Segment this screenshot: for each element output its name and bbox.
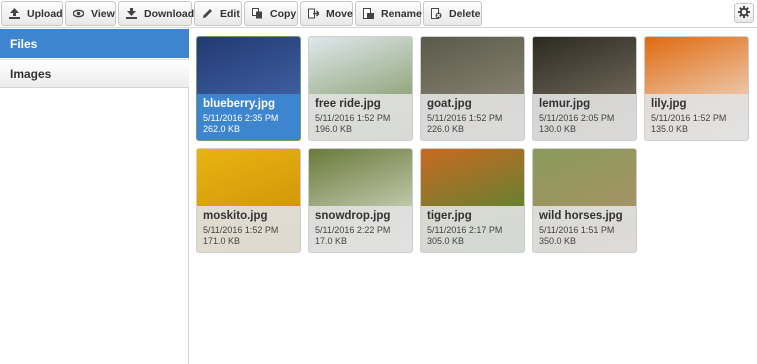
sidebar-item-images[interactable]: Images — [0, 59, 189, 88]
file-name: free ride.jpg — [315, 98, 381, 110]
file-date: 5/11/2016 2:35 PM — [203, 113, 279, 123]
copy-label: Copy — [270, 7, 297, 20]
file-caption: lily.jpg 5/11/2016 1:52 PM 135.0 KB — [645, 94, 748, 140]
file-tile[interactable]: lily.jpg 5/11/2016 1:52 PM 135.0 KB — [644, 36, 749, 141]
file-date: 5/11/2016 1:51 PM — [539, 225, 615, 235]
file-size: 262.0 KB — [203, 124, 241, 134]
download-icon — [126, 8, 137, 19]
move-icon — [308, 8, 321, 19]
file-tile[interactable]: snowdrop.jpg 5/11/2016 2:22 PM 17.0 KB — [308, 148, 413, 253]
file-tile[interactable]: wild horses.jpg 5/11/2016 1:51 PM 350.0 … — [532, 148, 637, 253]
file-size: 130.0 KB — [539, 124, 577, 134]
edit-label: Edit — [220, 7, 240, 20]
download-button[interactable]: Download — [118, 1, 195, 26]
file-date: 5/11/2016 1:52 PM — [315, 113, 391, 123]
file-name: goat.jpg — [427, 98, 472, 110]
file-name: wild horses.jpg — [539, 210, 623, 222]
file-caption: moskito.jpg 5/11/2016 1:52 PM 171.0 KB — [197, 206, 300, 252]
eye-icon — [72, 8, 85, 19]
sidebar-item-label: Images — [10, 66, 52, 81]
file-tile[interactable]: free ride.jpg 5/11/2016 1:52 PM 196.0 KB — [308, 36, 413, 141]
file-size: 171.0 KB — [203, 236, 241, 246]
file-date: 5/11/2016 1:52 PM — [427, 113, 503, 123]
rename-label: Rename — [381, 7, 422, 20]
file-name: lemur.jpg — [539, 98, 591, 110]
file-size: 17.0 KB — [315, 236, 348, 246]
file-tile[interactable]: goat.jpg 5/11/2016 1:52 PM 226.0 KB — [420, 36, 525, 141]
upload-button[interactable]: Upload — [1, 1, 63, 26]
sidebar: Files Images — [0, 28, 189, 364]
copy-icon — [252, 8, 263, 19]
file-name: tiger.jpg — [427, 210, 472, 222]
file-name: snowdrop.jpg — [315, 210, 391, 222]
move-button[interactable]: Move — [300, 1, 353, 26]
file-date: 5/11/2016 2:17 PM — [427, 225, 503, 235]
pencil-icon — [202, 8, 213, 19]
file-date: 5/11/2016 2:05 PM — [539, 113, 615, 123]
edit-button[interactable]: Edit — [194, 1, 242, 26]
file-date: 5/11/2016 1:52 PM — [203, 225, 279, 235]
sidebar-item-files[interactable]: Files — [0, 29, 189, 58]
file-caption: blueberry.jpg 5/11/2016 2:35 PM 262.0 KB — [197, 94, 300, 140]
upload-label: Upload — [27, 7, 63, 20]
file-size: 135.0 KB — [651, 124, 689, 134]
file-caption: wild horses.jpg 5/11/2016 1:51 PM 350.0 … — [533, 206, 636, 252]
rename-icon — [363, 8, 374, 19]
delete-label: Delete — [449, 7, 481, 20]
file-tile[interactable]: lemur.jpg 5/11/2016 2:05 PM 130.0 KB — [532, 36, 637, 141]
toolbar: Upload View Download Edit Copy Move Rena… — [0, 0, 757, 28]
trash-icon — [431, 8, 442, 19]
upload-icon — [9, 8, 20, 19]
file-name: lily.jpg — [651, 98, 687, 110]
file-caption: tiger.jpg 5/11/2016 2:17 PM 305.0 KB — [421, 206, 524, 252]
move-label: Move — [326, 7, 353, 20]
gear-icon — [738, 5, 750, 21]
file-tile[interactable]: blueberry.jpg 5/11/2016 2:35 PM 262.0 KB — [196, 36, 301, 141]
file-caption: snowdrop.jpg 5/11/2016 2:22 PM 17.0 KB — [309, 206, 412, 252]
file-caption: free ride.jpg 5/11/2016 1:52 PM 196.0 KB — [309, 94, 412, 140]
rename-button[interactable]: Rename — [355, 1, 422, 26]
file-size: 350.0 KB — [539, 236, 577, 246]
copy-button[interactable]: Copy — [244, 1, 298, 26]
sidebar-item-label: Files — [10, 36, 38, 51]
delete-button[interactable]: Delete — [423, 1, 482, 26]
file-date: 5/11/2016 1:52 PM — [651, 113, 727, 123]
file-name: blueberry.jpg — [203, 98, 275, 110]
file-size: 305.0 KB — [427, 236, 465, 246]
view-button[interactable]: View — [65, 1, 116, 26]
file-tile[interactable]: moskito.jpg 5/11/2016 1:52 PM 171.0 KB — [196, 148, 301, 253]
view-label: View — [91, 7, 115, 20]
settings-button[interactable] — [734, 3, 754, 23]
file-tile[interactable]: tiger.jpg 5/11/2016 2:17 PM 305.0 KB — [420, 148, 525, 253]
file-caption: goat.jpg 5/11/2016 1:52 PM 226.0 KB — [421, 94, 524, 140]
file-caption: lemur.jpg 5/11/2016 2:05 PM 130.0 KB — [533, 94, 636, 140]
file-name: moskito.jpg — [203, 210, 268, 222]
file-date: 5/11/2016 2:22 PM — [315, 225, 391, 235]
file-size: 226.0 KB — [427, 124, 465, 134]
download-label: Download — [144, 7, 195, 20]
file-size: 196.0 KB — [315, 124, 353, 134]
